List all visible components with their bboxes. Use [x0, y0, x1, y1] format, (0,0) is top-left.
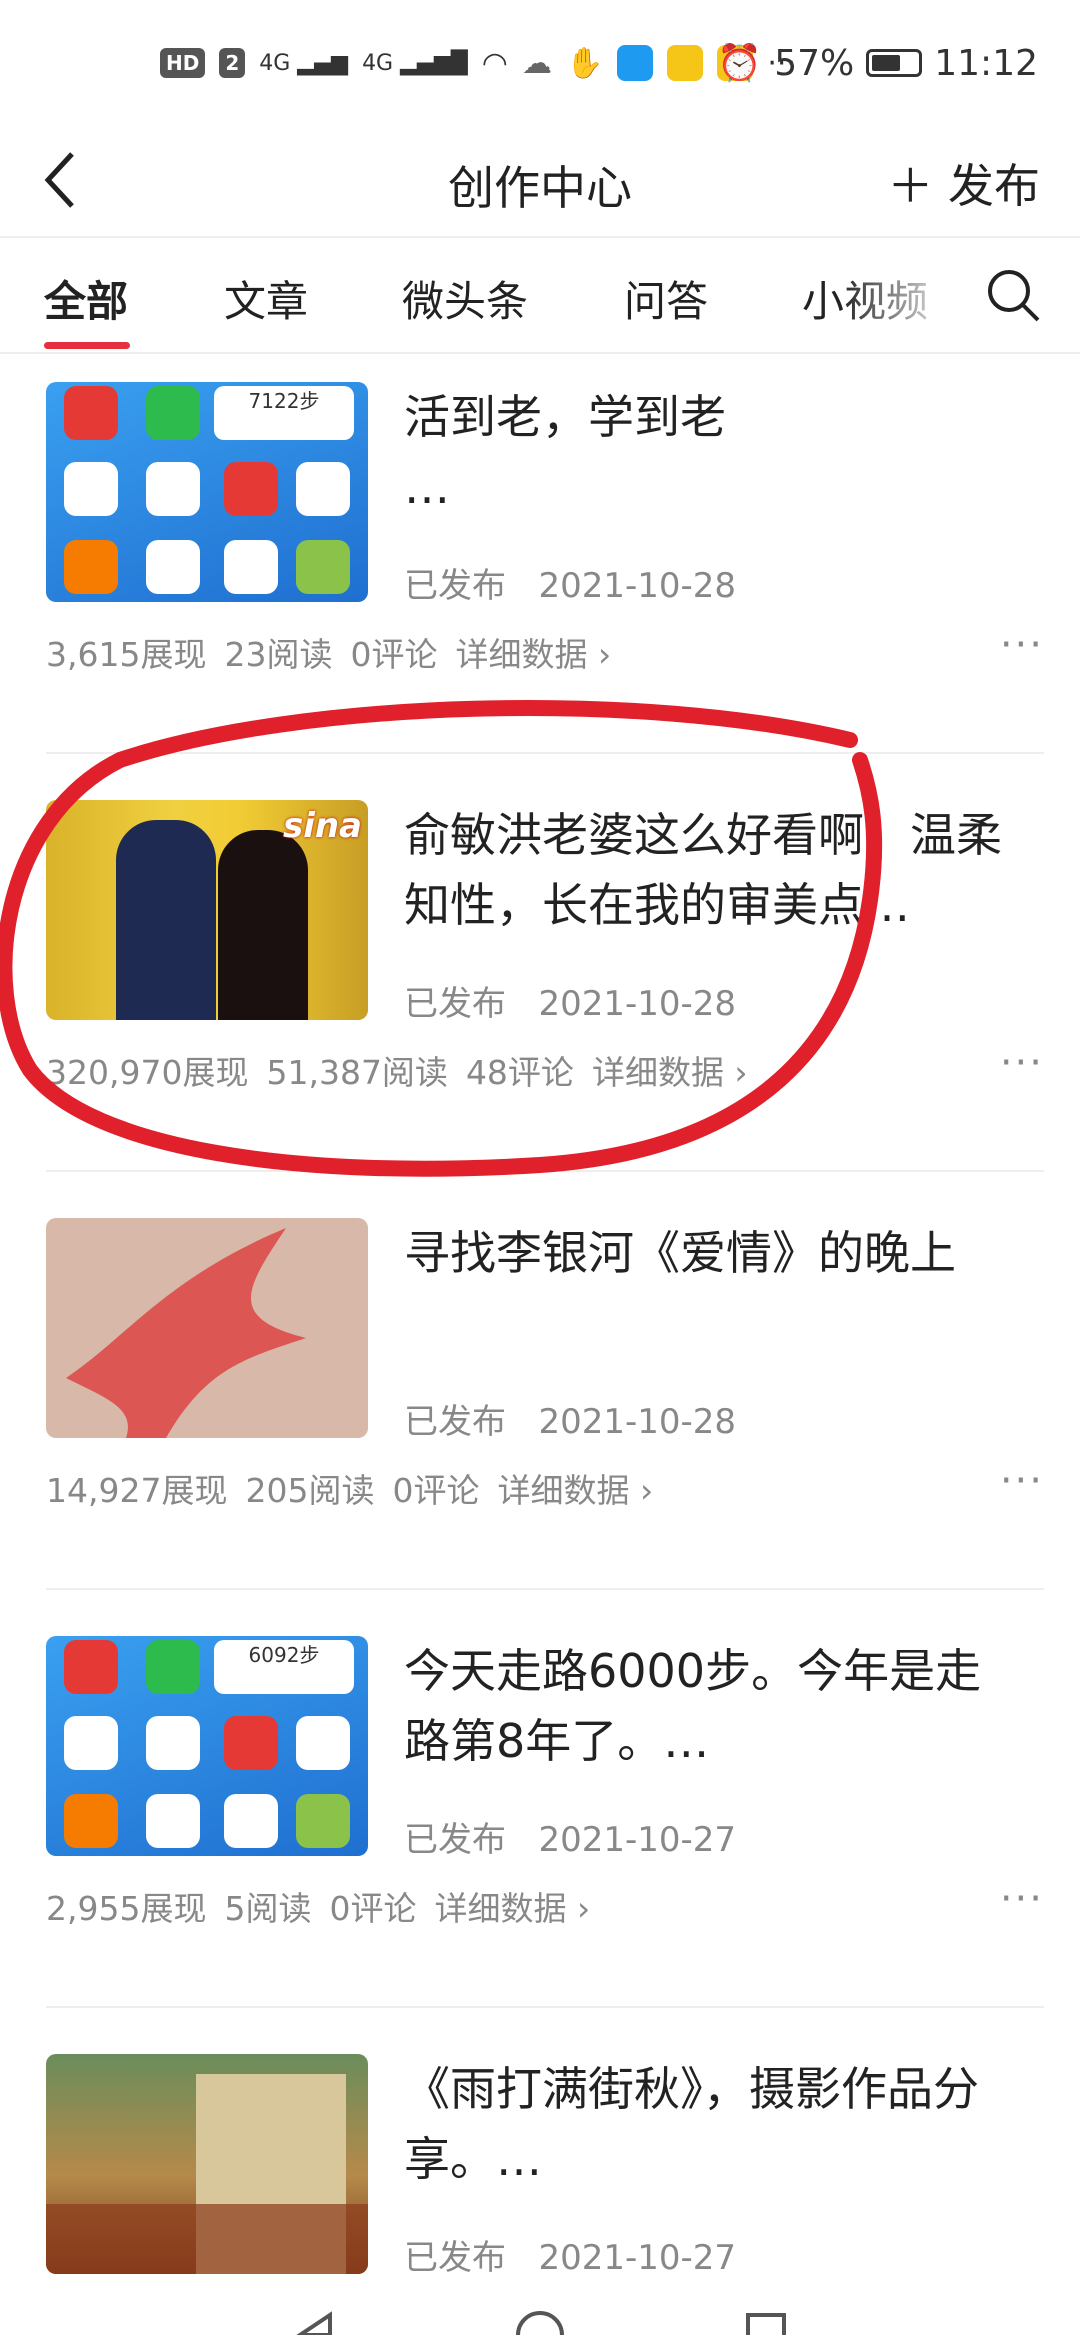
detail-link[interactable]: 详细数据 › [434, 1889, 590, 1928]
sim-badge: 2 [219, 48, 246, 78]
more-icon[interactable]: ··· [1000, 1876, 1044, 1922]
article-card[interactable]: 6092步 今天走路6000步。今年是走路第8年了。… 已发布 2021-10-… [0, 1636, 1080, 2056]
article-card[interactable]: sina 俞敏洪老婆这么好看啊，温柔知性，长在我的审美点… 已发布 2021-1… [0, 800, 1080, 1220]
alarm-icon: ⏰ [717, 43, 763, 84]
recents-nav-icon[interactable] [746, 2313, 786, 2339]
article-stats: 3,615展现 23阅读 0评论 详细数据 › [46, 635, 612, 674]
article-status: 已发布 2021-10-27 [404, 2238, 737, 2278]
active-tab-indicator [44, 342, 130, 349]
article-thumbnail: 6092步 [46, 1636, 368, 1856]
weibo-icon [667, 45, 704, 81]
article-status: 已发布 2021-10-28 [404, 1402, 737, 1442]
bird-drawing [66, 1228, 306, 1438]
article-title[interactable]: 寻找李银河《爱情》的晚上 [404, 1218, 1024, 1288]
home-nav-icon[interactable] [516, 2311, 564, 2339]
article-thumbnail: sina [46, 800, 368, 1020]
top-app-bar: 创作中心 ＋ 发布 [0, 130, 1080, 238]
battery-percent: 57% [774, 42, 855, 84]
step-count: 7122步 [214, 386, 354, 440]
system-nav-bar [0, 2290, 1080, 2339]
back-nav-icon[interactable] [293, 2311, 332, 2337]
article-title[interactable]: 今天走路6000步。今年是走路第8年了。… [404, 1636, 1024, 1776]
more-icon[interactable]: ··· [1000, 622, 1044, 668]
tab-micro-headlines[interactable]: 微头条 [402, 268, 528, 329]
article-stats: 320,970展现 51,387阅读 48评论 详细数据 › [46, 1053, 748, 1092]
article-status: 已发布 2021-10-28 [404, 984, 737, 1024]
article-thumbnail [46, 2054, 368, 2274]
more-icon[interactable]: ··· [1000, 1040, 1044, 1086]
card-divider [46, 1170, 1044, 1172]
detail-link[interactable]: 详细数据 › [455, 635, 611, 674]
article-card[interactable]: 《雨打满街秋》，摄影作品分享。… 已发布 2021-10-27 [0, 2054, 1080, 2294]
tab-qa[interactable]: 问答 [624, 268, 708, 329]
signal-icon: 4G ▂▄▆ [259, 50, 349, 76]
card-divider [46, 1588, 1044, 1590]
wifi-icon: ◠ [481, 45, 508, 81]
card-divider [46, 2006, 1044, 2008]
tab-articles[interactable]: 文章 [224, 268, 308, 329]
hand-icon: ✋ [565, 45, 604, 81]
step-count: 6092步 [214, 1640, 354, 1694]
tabs-divider [0, 352, 1080, 354]
cloud-icon: ☁ [521, 45, 552, 81]
article-stats: 14,927展现 205阅读 0评论 详细数据 › [46, 1471, 654, 1510]
article-title[interactable]: 俞敏洪老婆这么好看啊，温柔知性，长在我的审美点… [404, 800, 1024, 940]
article-card[interactable]: 寻找李银河《爱情》的晚上 已发布 2021-10-28 14,927展现 205阅… [0, 1218, 1080, 1638]
person-figure [116, 820, 216, 1020]
clock: 11:12 [934, 42, 1038, 84]
detail-link[interactable]: 详细数据 › [592, 1053, 748, 1092]
article-title[interactable]: 《雨打满街秋》，摄影作品分享。… [404, 2054, 1024, 2194]
hd-badge: HD [160, 48, 206, 78]
article-status: 已发布 2021-10-27 [404, 1820, 737, 1860]
more-icon[interactable]: ··· [1000, 1458, 1044, 1504]
tab-all[interactable]: 全部 [44, 268, 128, 329]
article-thumbnail: 7122步 [46, 382, 368, 602]
battery-icon [866, 49, 923, 77]
article-status: 已发布 2021-10-28 [404, 566, 737, 606]
article-stats: 2,955展现 5阅读 0评论 详细数据 › [46, 1889, 591, 1928]
signal-icon: 4G ▂▄▆█ [362, 50, 468, 76]
article-title[interactable]: 活到老，学到老 … [404, 382, 1024, 522]
person-figure [218, 830, 308, 1020]
card-divider [46, 752, 1044, 754]
detail-link[interactable]: 详细数据 › [497, 1471, 653, 1510]
header-divider [0, 236, 1080, 238]
search-button[interactable] [984, 266, 1044, 326]
article-thumbnail [46, 1218, 368, 1438]
leaf-covered-street [46, 2204, 368, 2274]
search-icon [988, 270, 1040, 322]
search-app-icon [617, 45, 654, 81]
article-card[interactable]: 7122步 活到老，学到老 … 已发布 2021-10-28 3,615展现 23… [0, 382, 1080, 802]
sina-logo: sina [282, 806, 362, 846]
publish-button[interactable]: ＋ 发布 [887, 150, 1040, 216]
tab-fade [840, 240, 960, 340]
status-bar: HD 2 4G ▂▄▆ 4G ▂▄▆█ ◠ ☁ ✋ ··· ⏰ 57% 11:1… [0, 0, 1080, 130]
